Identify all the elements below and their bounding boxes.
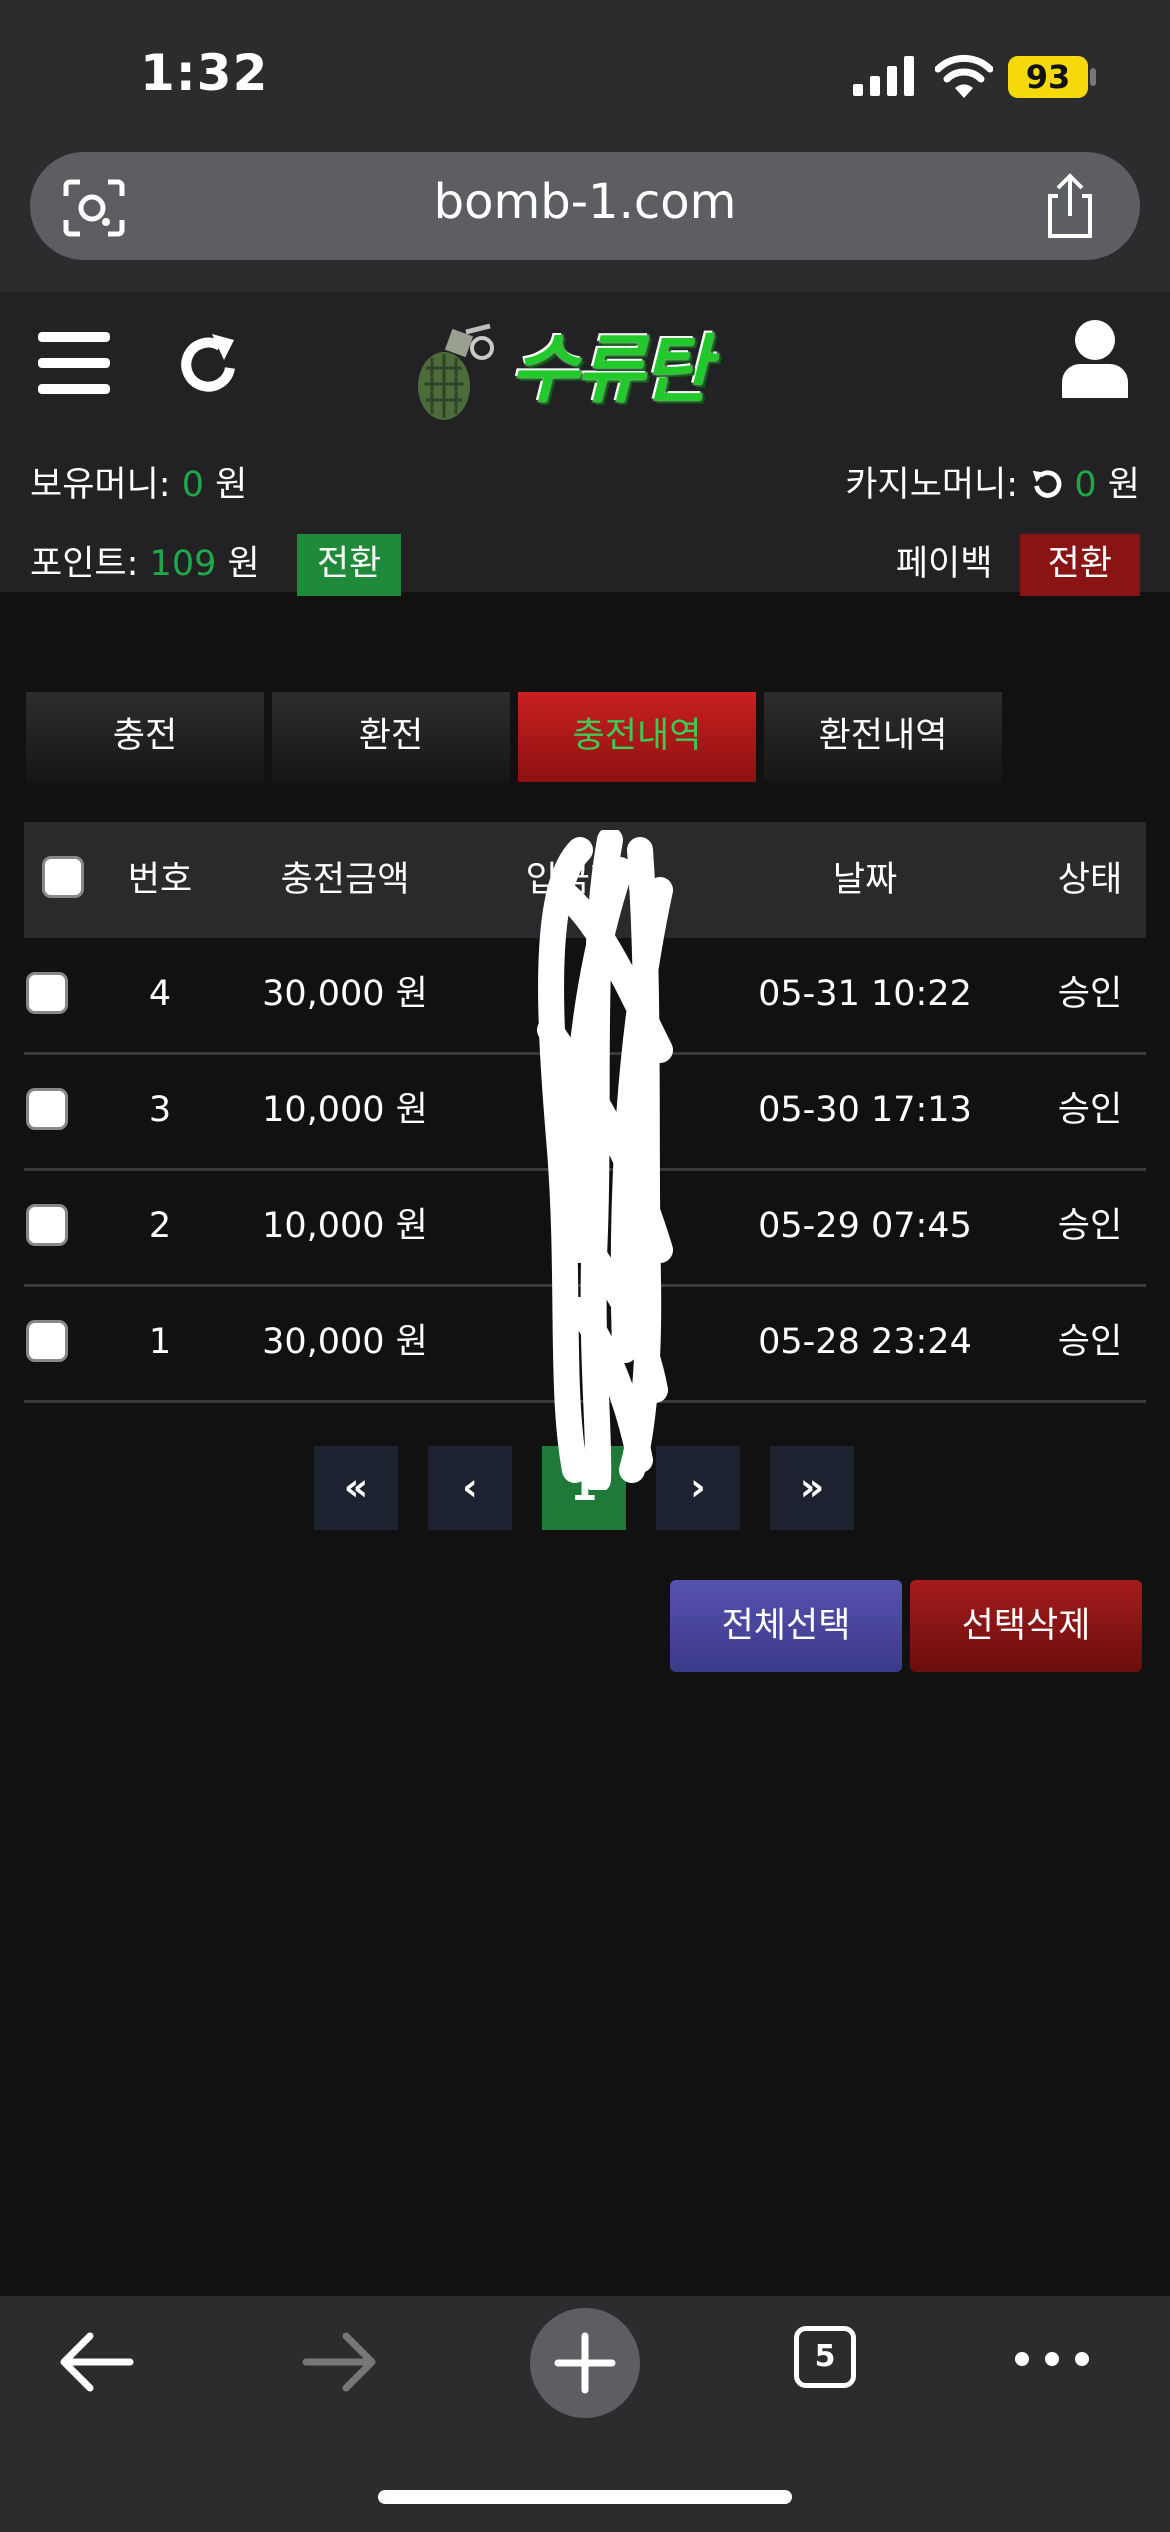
- casino-unit: 원: [1107, 465, 1140, 505]
- point-label: 포인트:: [30, 544, 139, 584]
- money-unit: 원: [215, 465, 248, 505]
- tab-withdraw-history[interactable]: 환전내역: [764, 692, 1002, 782]
- row-date: 05-31 10:22: [758, 974, 972, 1014]
- row-date: 05-29 07:45: [758, 1206, 972, 1246]
- tabs-count-button[interactable]: 5: [794, 2326, 856, 2388]
- share-icon[interactable]: [1040, 172, 1100, 240]
- home-indicator: [378, 2490, 792, 2504]
- row-status: 승인: [1057, 1090, 1123, 1130]
- grenade-logo-icon: [418, 323, 494, 420]
- forward-arrow-icon[interactable]: [302, 2330, 378, 2394]
- select-all-checkbox[interactable]: [42, 856, 84, 898]
- row-amount: 30,000 원: [262, 974, 428, 1014]
- column-header-status: 상태: [1057, 860, 1123, 900]
- row-amount: 10,000 원: [262, 1206, 428, 1246]
- page-prev-button[interactable]: ‹: [428, 1446, 512, 1530]
- user-profile-icon[interactable]: [1058, 320, 1132, 398]
- row-amount: 30,000 원: [262, 1322, 428, 1362]
- status-time: 1:32: [140, 44, 269, 102]
- url-text[interactable]: bomb-1.com: [0, 174, 1170, 230]
- plus-icon: [554, 2332, 616, 2394]
- payback-convert-button[interactable]: 전환: [1019, 534, 1140, 596]
- row-number: 1: [148, 1322, 172, 1362]
- row-status: 승인: [1057, 1206, 1123, 1246]
- money-value: 0: [181, 465, 205, 505]
- row-status: 승인: [1057, 974, 1123, 1014]
- row-checkbox[interactable]: [26, 1204, 68, 1246]
- payback-label: 페이백: [895, 544, 993, 584]
- refresh-icon[interactable]: [176, 332, 242, 398]
- money-label: 보유머니:: [30, 465, 171, 505]
- cellular-signal-icon: [853, 56, 914, 96]
- column-header-amount: 충전금액: [280, 860, 410, 900]
- tab-deposit[interactable]: 충전: [26, 692, 264, 782]
- casino-value: 0: [1074, 465, 1097, 505]
- row-status: 승인: [1057, 1322, 1123, 1362]
- redaction-scribble: [537, 830, 673, 1490]
- row-number: 2: [148, 1206, 172, 1246]
- wifi-icon: [935, 54, 993, 98]
- delete-selected-button[interactable]: 선택삭제: [910, 1580, 1142, 1672]
- row-date: 05-30 17:13: [758, 1090, 972, 1130]
- row-checkbox[interactable]: [26, 972, 68, 1014]
- row-checkbox[interactable]: [26, 1088, 68, 1130]
- tab-withdraw[interactable]: 환전: [272, 692, 510, 782]
- point-unit: 원: [227, 544, 260, 584]
- column-header-date: 날짜: [832, 860, 898, 900]
- new-tab-button[interactable]: [530, 2308, 640, 2418]
- casino-label: 카지노머니:: [845, 465, 1019, 505]
- point-value: 109: [149, 544, 217, 584]
- page-last-button[interactable]: »: [770, 1446, 854, 1530]
- row-date: 05-28 23:24: [758, 1322, 972, 1362]
- select-all-button[interactable]: 전체선택: [670, 1580, 902, 1672]
- row-amount: 10,000 원: [262, 1090, 428, 1130]
- row-checkbox[interactable]: [26, 1320, 68, 1362]
- battery-tip: [1090, 68, 1096, 86]
- more-options-icon[interactable]: [1012, 2344, 1092, 2374]
- row-number: 4: [148, 974, 172, 1014]
- points-balance: 포인트: 109 원 전환: [30, 534, 402, 596]
- hamburger-menu-icon[interactable]: [38, 332, 110, 394]
- site-logo[interactable]: 수류탄: [510, 320, 770, 420]
- payback-row: 페이백 전환: [896, 534, 1140, 596]
- tab-deposit-history[interactable]: 충전내역: [518, 692, 756, 782]
- page-first-button[interactable]: «: [314, 1446, 398, 1530]
- casino-refresh-icon[interactable]: [1029, 467, 1063, 501]
- point-convert-button[interactable]: 전환: [296, 534, 402, 596]
- money-balance: 보유머니: 0 원: [30, 456, 247, 507]
- casino-balance: 카지노머니: 0 원: [845, 456, 1140, 507]
- back-arrow-icon[interactable]: [58, 2330, 134, 2394]
- row-number: 3: [148, 1090, 172, 1130]
- battery-indicator: 93: [1008, 56, 1088, 98]
- column-header-number: 번호: [127, 860, 193, 900]
